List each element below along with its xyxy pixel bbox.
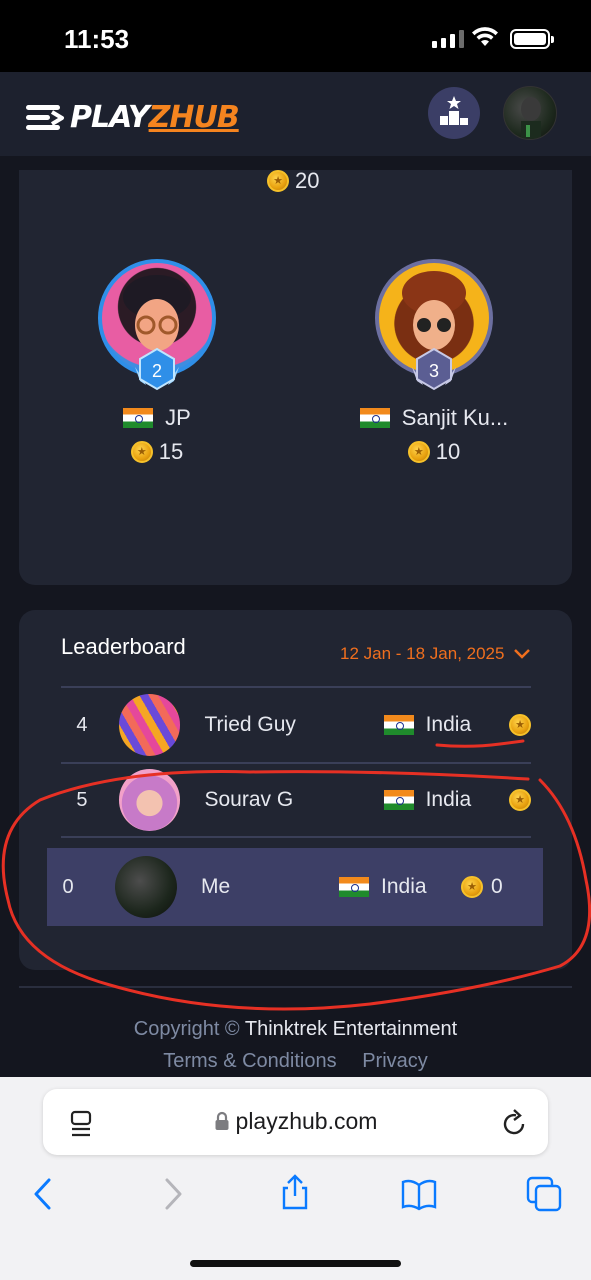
tabs-icon[interactable]: [526, 1176, 562, 1212]
forward-icon[interactable]: [154, 1176, 190, 1212]
leaderboard-row[interactable]: 4 Tried Guy India: [61, 686, 531, 762]
terms-link[interactable]: Terms & Conditions: [163, 1050, 336, 1072]
footer-links: Terms & Conditions Privacy: [0, 1050, 591, 1073]
player-avatar: 2: [98, 259, 216, 391]
privacy-link[interactable]: Privacy: [362, 1050, 428, 1072]
player-score: 15: [158, 439, 184, 464]
row-username: Tried Guy: [204, 713, 296, 736]
second-place-player[interactable]: 2 JP 15: [57, 259, 257, 465]
player-avatar: [118, 694, 181, 756]
playzhub-logo[interactable]: PLAYZHUB: [26, 100, 240, 135]
coin-icon: [509, 789, 531, 811]
row-country: India: [425, 713, 472, 736]
divider: [19, 986, 572, 988]
coin-icon: [267, 170, 289, 192]
leaderboard-podium-button[interactable]: [428, 87, 480, 139]
bookmarks-icon[interactable]: [401, 1176, 437, 1212]
coin-icon: [509, 714, 531, 736]
player-name: JP: [165, 405, 191, 430]
battery-icon: [510, 29, 554, 49]
row-score: 0: [491, 875, 503, 898]
date-range-selector[interactable]: 12 Jan - 18 Jan, 2025: [340, 644, 531, 664]
status-bar: 11:53: [0, 0, 591, 72]
player-avatar: [118, 769, 181, 831]
leaderboard-title: Leaderboard: [61, 634, 186, 659]
footer-copyright: Copyright © Thinktrek Entertainment: [133, 1018, 458, 1040]
row-username: Me: [201, 875, 231, 898]
third-place-player[interactable]: 3 Sanjit Ku... 10: [334, 259, 534, 465]
rank-badge: 3: [412, 347, 456, 391]
share-icon[interactable]: [277, 1174, 313, 1210]
logo-text: PLAYZHUB: [70, 100, 240, 135]
rank-badge: 2: [135, 347, 179, 391]
status-time: 11:53: [64, 24, 130, 54]
date-range-label: 12 Jan - 18 Jan, 2025: [340, 644, 505, 663]
lock-icon: [215, 1111, 229, 1130]
user-avatar[interactable]: [503, 86, 557, 140]
wifi-icon: [472, 27, 498, 46]
back-icon[interactable]: [26, 1176, 62, 1212]
row-country: India: [381, 875, 427, 898]
reload-icon[interactable]: [496, 1106, 532, 1142]
india-flag-icon: [383, 790, 414, 810]
company-name: Thinktrek Entertainment: [244, 1018, 458, 1040]
row-country: India: [425, 788, 472, 811]
first-place-score: 20: [267, 168, 319, 194]
svg-text:3: 3: [429, 361, 439, 381]
india-flag-icon: [359, 408, 390, 428]
row-rank: 0: [62, 875, 74, 898]
india-flag-icon: [339, 877, 369, 897]
podium-icon: [440, 96, 468, 125]
player-score: 10: [435, 439, 461, 464]
player-name: Sanjit Ku...: [401, 405, 509, 430]
india-flag-icon: [383, 715, 414, 735]
row-username: Sourav G: [204, 788, 294, 811]
coin-icon: [407, 441, 430, 463]
home-indicator: [190, 1260, 401, 1267]
leaderboard-row[interactable]: 5 Sourav G India: [61, 762, 531, 838]
india-flag-icon: [123, 408, 154, 428]
menu-lines-icon: [26, 101, 70, 135]
coin-icon: [461, 876, 483, 898]
svg-text:2: 2: [152, 361, 162, 381]
chevron-down-icon: [514, 649, 531, 659]
row-rank: 4: [76, 713, 88, 736]
player-avatar: [115, 856, 177, 918]
cellular-signal-icon: [432, 30, 464, 48]
my-rank-row[interactable]: 0 Me India 0: [47, 848, 543, 926]
row-rank: 5: [76, 788, 88, 811]
coin-icon: [130, 441, 153, 463]
player-avatar: 3: [375, 259, 493, 391]
